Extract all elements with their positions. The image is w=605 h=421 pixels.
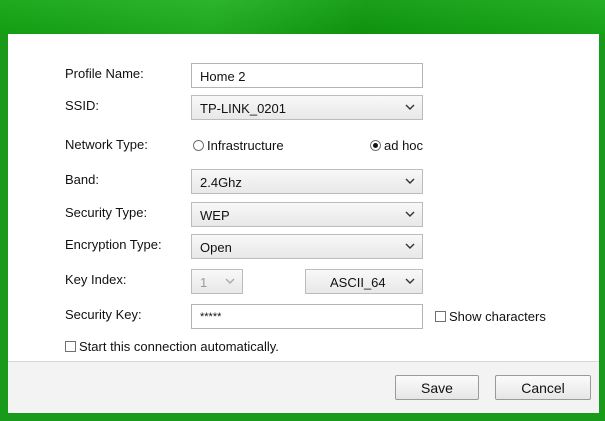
security-key-input[interactable]: ***** [191, 304, 423, 329]
ad-hoc-radio-label[interactable]: ad hoc [384, 138, 423, 153]
save-button[interactable]: Save [395, 375, 479, 400]
ssid-select[interactable]: TP-LINK_0201 [191, 95, 423, 120]
ad-hoc-radio[interactable] [370, 140, 381, 151]
security-type-label: Security Type: [65, 205, 148, 220]
key-format-select[interactable]: ASCII_64 [305, 269, 423, 294]
title-bar[interactable] [0, 0, 605, 34]
dialog-footer: Save Cancel [8, 361, 599, 413]
band-select[interactable]: 2.4Ghz [191, 169, 423, 194]
chevron-down-icon [405, 278, 415, 284]
show-characters-label[interactable]: Show characters [449, 309, 546, 324]
chevron-down-icon [405, 211, 415, 217]
key-index-label: Key Index: [65, 272, 127, 287]
band-select-value: 2.4Ghz [200, 175, 242, 190]
encryption-type-select[interactable]: Open [191, 234, 423, 259]
auto-connect-checkbox[interactable] [65, 341, 76, 352]
ssid-label: SSID: [65, 98, 99, 113]
key-index-select: 1 [191, 269, 243, 294]
profile-dialog-window: Profile Name: Home 2 SSID: TP-LINK_0201 … [0, 0, 605, 421]
security-type-select[interactable]: WEP [191, 202, 423, 227]
security-type-select-value: WEP [200, 208, 230, 223]
profile-name-label: Profile Name: [65, 66, 144, 81]
chevron-down-icon [405, 104, 415, 110]
chevron-down-icon [225, 278, 235, 284]
show-characters-checkbox[interactable] [435, 311, 446, 322]
key-index-select-value: 1 [200, 275, 208, 290]
infrastructure-radio-label[interactable]: Infrastructure [207, 138, 284, 153]
security-key-label: Security Key: [65, 307, 142, 322]
infrastructure-radio[interactable] [193, 140, 204, 151]
auto-connect-label[interactable]: Start this connection automatically. [79, 339, 279, 354]
chevron-down-icon [405, 243, 415, 249]
profile-form-panel: Profile Name: Home 2 SSID: TP-LINK_0201 … [8, 34, 599, 413]
profile-name-input[interactable]: Home 2 [191, 63, 423, 88]
band-label: Band: [65, 172, 99, 187]
encryption-type-label: Encryption Type: [65, 237, 162, 252]
encryption-type-select-value: Open [200, 240, 232, 255]
cancel-button[interactable]: Cancel [495, 375, 591, 400]
ssid-select-value: TP-LINK_0201 [200, 101, 286, 116]
chevron-down-icon [405, 178, 415, 184]
key-format-select-value: ASCII_64 [330, 275, 386, 290]
network-type-label: Network Type: [65, 137, 148, 152]
